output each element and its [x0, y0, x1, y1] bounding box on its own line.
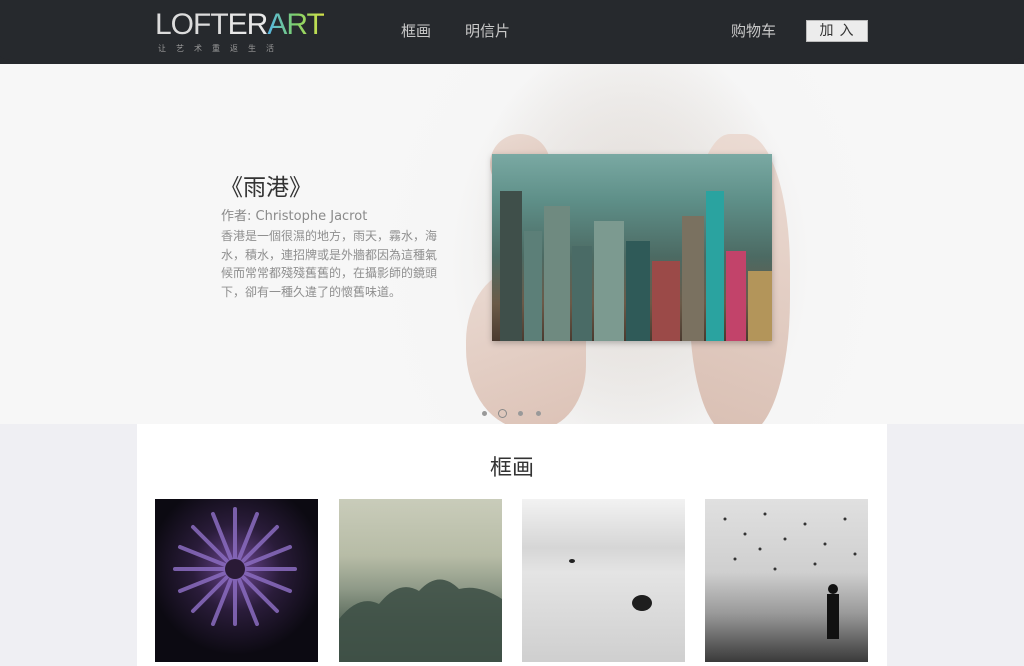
logo-art: ART — [267, 8, 324, 41]
nav-framed-art[interactable]: 框画 — [401, 20, 431, 41]
rock-icon — [569, 559, 652, 611]
logo-loft: LOFT — [155, 8, 229, 41]
forest-icon — [339, 579, 502, 662]
nav-postcards[interactable]: 明信片 — [465, 20, 510, 41]
hero-title: 《雨港》 — [220, 175, 312, 201]
site-header: LOFTERART 让艺术重返生活 框画 明信片 购物车 加入 — [0, 0, 1024, 64]
framed-art-section: 框画 — [137, 424, 887, 666]
flower-icon — [173, 507, 297, 626]
birds-icon — [723, 512, 857, 639]
section-title: 框画 — [489, 456, 534, 481]
hero-banner: 《雨港》 作者: Christophe Jacrot 香港是一個很濕的地方，雨天… — [0, 64, 1024, 424]
carousel-dots — [480, 409, 550, 419]
nav-cart[interactable]: 购物车 — [731, 20, 776, 41]
logo-wordmark: LOFTERART — [155, 10, 340, 40]
hero-artwork[interactable] — [492, 154, 772, 341]
carousel-dot-4[interactable] — [536, 411, 541, 416]
logo-er: ER — [227, 8, 269, 41]
hero-author: 作者: Christophe Jacrot — [221, 209, 368, 224]
product-thumb-misty-forest[interactable] — [339, 499, 502, 662]
hero-description: 香港是一個很濕的地方，雨天，霧水，海水，積水，連招牌或是外牆都因為這種氣候而常常… — [221, 229, 438, 299]
carousel-dot-1[interactable] — [482, 411, 487, 416]
product-thumb-birds-beach[interactable] — [705, 499, 868, 662]
logo[interactable]: LOFTERART 让艺术重返生活 — [155, 10, 340, 60]
product-thumb-rocks-in-sea[interactable] — [522, 499, 685, 662]
join-button[interactable]: 加入 — [806, 20, 868, 42]
carousel-dot-3[interactable] — [518, 411, 523, 416]
logo-tagline: 让艺术重返生活 — [158, 44, 284, 53]
carousel-dot-2[interactable] — [498, 409, 507, 418]
product-thumb-purple-flower[interactable] — [155, 499, 318, 662]
